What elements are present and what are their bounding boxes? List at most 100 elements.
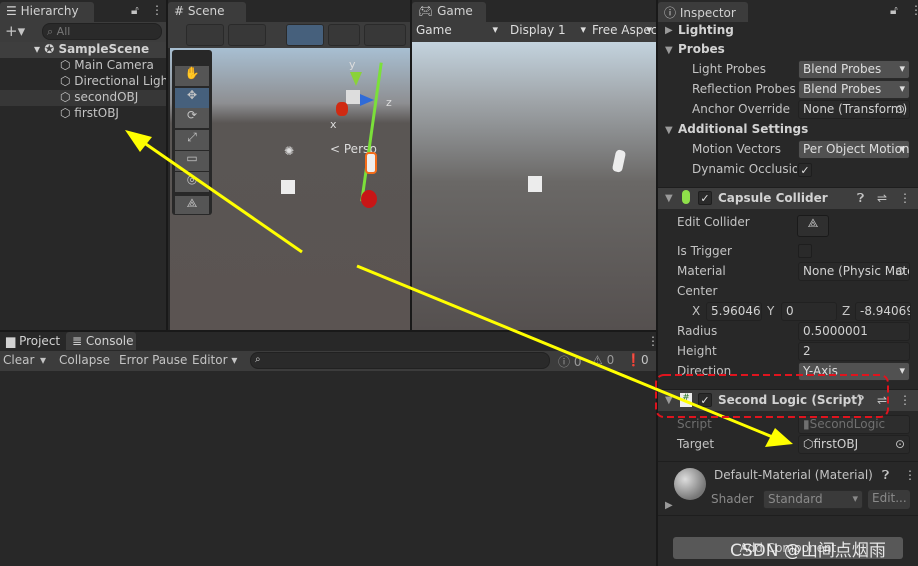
list-icon: ☰	[6, 4, 17, 18]
shader-label: Shader	[711, 492, 754, 506]
help-icon[interactable]: ❓︎	[882, 468, 889, 483]
selected-object[interactable]	[365, 152, 377, 174]
tab-hierarchy[interactable]: ☰ Hierarchy	[0, 2, 94, 22]
hand-tool-icon[interactable]: ✋	[175, 66, 209, 86]
tab-scene[interactable]: # Scene	[168, 2, 246, 22]
more-icon[interactable]: ⋮	[904, 468, 916, 482]
collapse-icon[interactable]: ▼	[665, 45, 673, 56]
scene-panel: # Scene ✋ ✥ ⟳ ⤢ ▭ ◎ ⟁ y z x < Persp ✺	[168, 0, 410, 330]
tab-game[interactable]: 🎮︎ Game	[412, 2, 486, 22]
motion-vectors-label: Motion Vectors	[692, 142, 781, 156]
game-mode-dropdown[interactable]: Game	[412, 22, 502, 41]
height-input[interactable]: 2	[798, 342, 910, 361]
hierarchy-search-input[interactable]: ⌕ All	[42, 23, 162, 40]
snap-button[interactable]	[328, 24, 360, 46]
lock-icon[interactable]: 🔓︎	[890, 3, 898, 18]
gizmo-z: z	[386, 96, 392, 109]
hierarchy-item[interactable]: ⬡ Main Camera	[60, 58, 154, 72]
edit-collider-button[interactable]: ⟁	[797, 215, 829, 237]
center-x-input[interactable]: 5.960464	[706, 302, 762, 321]
gizmo-x: x	[330, 118, 337, 131]
anchor-override-field[interactable]: None (Transform)	[798, 100, 910, 119]
anchor-override-label: Anchor Override	[692, 102, 791, 116]
error-count[interactable]: ❗0	[626, 353, 649, 367]
collapse-icon[interactable]: ▼	[665, 125, 673, 136]
collapse-button[interactable]: Collapse	[59, 353, 110, 367]
dynamic-occlusion-checkbox[interactable]: ✓	[798, 163, 812, 177]
center-label: Center	[677, 284, 718, 298]
object-picker-icon[interactable]: ⊙	[895, 102, 905, 116]
game-cube	[528, 176, 542, 192]
center-y-input[interactable]: 0	[781, 302, 837, 321]
render-mode-button[interactable]	[228, 24, 266, 46]
aspect-dropdown[interactable]: Free Aspect	[588, 22, 656, 41]
hierarchy-toolbar: +▾ ⌕ All	[0, 22, 166, 42]
clear-dropdown-icon[interactable]: ▾	[40, 353, 46, 367]
lighting-section[interactable]: Lighting	[678, 23, 734, 37]
more-icon[interactable]: ⋮	[151, 3, 163, 17]
direction-dropdown[interactable]: Y-Axis	[798, 362, 910, 381]
scene-row[interactable]: ▾ ✪ SampleScene	[0, 42, 166, 58]
move-tool-icon[interactable]: ✥	[175, 88, 209, 108]
is-trigger-checkbox[interactable]	[798, 244, 812, 258]
capsule-enabled-checkbox[interactable]: ✓	[698, 191, 712, 205]
physic-material-field[interactable]: None (Physic Material)	[798, 262, 910, 281]
help-icon[interactable]: ❓︎	[857, 393, 864, 408]
scene-gizmo[interactable]	[334, 72, 374, 122]
tab-inspector[interactable]: ⓘ Inspector	[658, 2, 748, 22]
lock-icon[interactable]: 🔓︎	[131, 3, 139, 18]
material-preview	[674, 468, 706, 500]
warning-count[interactable]: ⚠ 0	[592, 353, 614, 367]
probes-section[interactable]: Probes	[678, 42, 725, 56]
material-title: Default-Material (Material)	[714, 468, 873, 482]
info-count[interactable]: ⓘ 0	[558, 353, 581, 370]
add-icon[interactable]: +▾	[5, 22, 25, 40]
grid-snap-button[interactable]	[286, 24, 324, 46]
rect-tool-icon[interactable]: ▭	[175, 151, 209, 171]
tool-palette: ✋ ✥ ⟳ ⤢ ▭ ◎ ⟁	[172, 50, 212, 215]
dynamic-occlusion-label: Dynamic Occlusion	[692, 162, 797, 176]
hierarchy-item[interactable]: ⬡ Directional Light	[60, 74, 166, 88]
reflection-probes-dropdown[interactable]: Blend Probes	[798, 80, 910, 99]
transform-tool-icon[interactable]: ◎	[175, 172, 209, 192]
object-picker-icon[interactable]: ⊙	[895, 437, 905, 451]
target-field[interactable]: ⬡firstOBJ	[798, 435, 910, 454]
motion-vectors-dropdown[interactable]: Per Object Motion	[798, 140, 910, 159]
increment-button[interactable]	[364, 24, 406, 46]
hierarchy-item[interactable]: ⬡ firstOBJ	[60, 106, 119, 120]
rotate-tool-icon[interactable]: ⟳	[175, 108, 209, 128]
presets-icon[interactable]: ⇌	[877, 191, 887, 205]
display-dropdown[interactable]: Display 1	[506, 22, 590, 41]
error-pause-button[interactable]: Error Pause	[119, 353, 187, 367]
light-probes-dropdown[interactable]: Blend Probes	[798, 60, 910, 79]
is-trigger-label: Is Trigger	[677, 244, 732, 258]
custom-tool-icon[interactable]: ⟁	[175, 196, 209, 214]
divider	[658, 461, 918, 462]
tab-console[interactable]: ≣ Console	[66, 332, 136, 350]
more-icon[interactable]: ⋮	[899, 191, 911, 205]
center-z-input[interactable]: -8.940697	[855, 302, 911, 321]
additional-settings-section[interactable]: Additional Settings	[678, 122, 808, 136]
shader-dropdown[interactable]: Standard	[763, 490, 863, 509]
clear-button[interactable]: Clear	[3, 353, 34, 367]
move-handle-z-red[interactable]	[361, 190, 377, 208]
script-enabled-checkbox[interactable]: ✓	[698, 393, 712, 407]
more-icon[interactable]: ⋮	[899, 393, 911, 407]
draw-mode-button[interactable]	[186, 24, 224, 46]
radius-input[interactable]: 0.5000001	[798, 322, 910, 341]
presets-icon[interactable]: ⇌	[877, 393, 887, 407]
console-search-input[interactable]: ⌕	[250, 352, 550, 369]
help-icon[interactable]: ❓︎	[857, 191, 864, 206]
object-picker-icon[interactable]: ⊙	[895, 264, 905, 278]
collapse-icon[interactable]: ▼	[665, 193, 673, 204]
more-icon[interactable]: ⋮	[910, 3, 918, 17]
tab-project[interactable]: ▆ Project	[0, 332, 66, 350]
editor-dropdown[interactable]: Editor ▾	[192, 353, 237, 367]
cube-object[interactable]	[281, 180, 295, 194]
expand-icon[interactable]: ▶	[665, 25, 673, 36]
collapse-icon[interactable]: ▼	[665, 395, 673, 406]
edit-shader-button[interactable]: Edit...	[868, 490, 910, 509]
scale-tool-icon[interactable]: ⤢	[175, 130, 209, 150]
hierarchy-item-selected[interactable]: ⬡ secondOBJ	[0, 90, 166, 106]
expand-icon[interactable]: ▶	[665, 500, 673, 511]
